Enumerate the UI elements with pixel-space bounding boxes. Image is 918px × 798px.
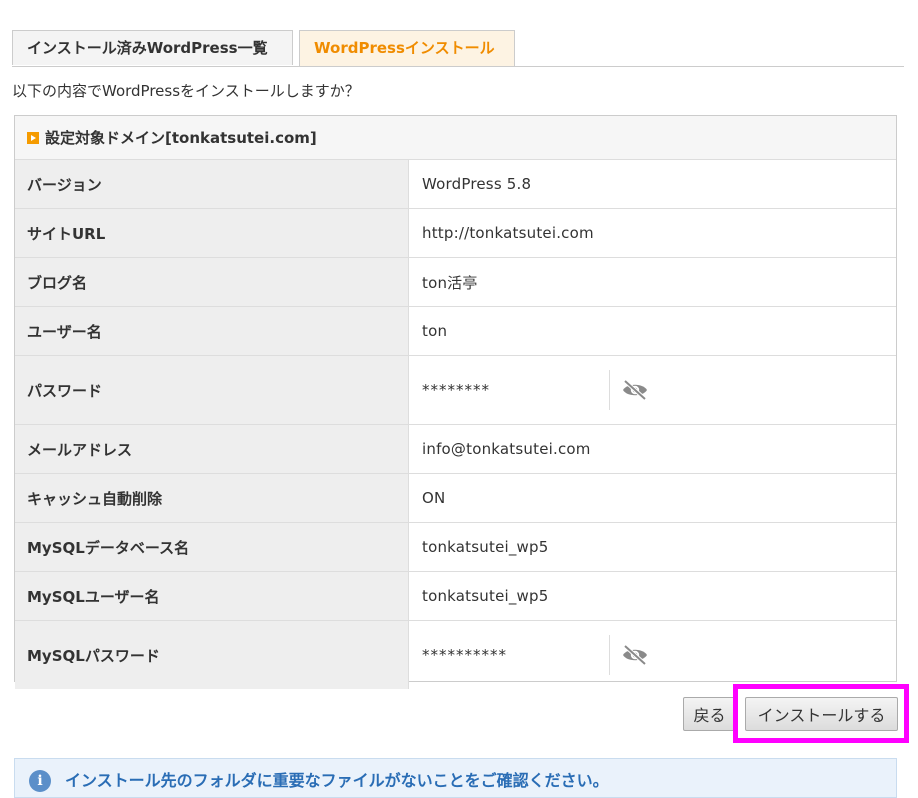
row-mysql-db-name: MySQLデータベース名 tonkatsutei_wp5 — [15, 523, 896, 572]
row-value: ON — [422, 489, 446, 507]
tab-wordpress-install[interactable]: WordPressインストール — [299, 30, 515, 66]
row-password: パスワード ******** — [15, 356, 896, 425]
row-mysql-user: MySQLユーザー名 tonkatsutei_wp5 — [15, 572, 896, 621]
row-value: tonkatsutei_wp5 — [422, 587, 549, 605]
row-label: MySQLユーザー名 — [15, 572, 409, 620]
row-blog-name: ブログ名 ton活亭 — [15, 258, 896, 307]
row-value: ton — [422, 322, 448, 340]
row-label: MySQLデータベース名 — [15, 523, 409, 571]
install-button[interactable]: インストールする — [745, 697, 898, 731]
row-label: バージョン — [15, 160, 409, 208]
play-square-icon — [27, 131, 39, 144]
row-label: キャッシュ自動削除 — [15, 474, 409, 522]
info-icon: i — [29, 770, 51, 792]
row-label: パスワード — [15, 356, 409, 424]
row-value: WordPress 5.8 — [422, 175, 532, 193]
divider — [609, 635, 610, 675]
row-label: メールアドレス — [15, 425, 409, 473]
row-value: ton活亭 — [422, 273, 478, 292]
row-label: ブログ名 — [15, 258, 409, 306]
settings-panel: 設定対象ドメイン[tonkatsutei.com] バージョン WordPres… — [14, 115, 897, 689]
row-label: MySQLパスワード — [15, 621, 409, 689]
row-version: バージョン WordPress 5.8 — [15, 160, 896, 209]
row-site-url: サイトURL http://tonkatsutei.com — [15, 209, 896, 258]
row-value: tonkatsutei_wp5 — [422, 538, 549, 556]
notice-text: インストール先のフォルダに重要なファイルがないことをご確認ください。 — [65, 771, 609, 790]
row-label: ユーザー名 — [15, 307, 409, 355]
eye-slash-icon[interactable] — [618, 643, 652, 667]
row-cache-auto-delete: キャッシュ自動削除 ON — [15, 474, 896, 523]
row-label: サイトURL — [15, 209, 409, 257]
tab-bar: インストール済みWordPress一覧 WordPressインストール — [12, 30, 904, 67]
password-value: ******** — [422, 381, 490, 399]
panel-title: 設定対象ドメイン[tonkatsutei.com] — [45, 129, 317, 147]
confirm-message: 以下の内容でWordPressをインストールしますか？ — [12, 82, 360, 100]
row-value: info@tonkatsutei.com — [422, 440, 591, 458]
back-button[interactable]: 戻る — [683, 697, 736, 731]
tab-installed-list[interactable]: インストール済みWordPress一覧 — [12, 30, 293, 65]
row-value: http://tonkatsutei.com — [422, 224, 594, 242]
row-username: ユーザー名 ton — [15, 307, 896, 356]
mysql-password-value: ********** — [422, 646, 507, 664]
row-mysql-password: MySQLパスワード ********** — [15, 621, 896, 689]
row-email: メールアドレス info@tonkatsutei.com — [15, 425, 896, 474]
divider — [609, 370, 610, 410]
row-value-container: ********** — [409, 621, 896, 689]
info-notice: i インストール先のフォルダに重要なファイルがないことをご確認ください。 — [14, 758, 897, 798]
panel-header: 設定対象ドメイン[tonkatsutei.com] — [15, 116, 896, 160]
row-value-container: ******** — [409, 356, 896, 424]
eye-slash-icon[interactable] — [618, 378, 652, 402]
